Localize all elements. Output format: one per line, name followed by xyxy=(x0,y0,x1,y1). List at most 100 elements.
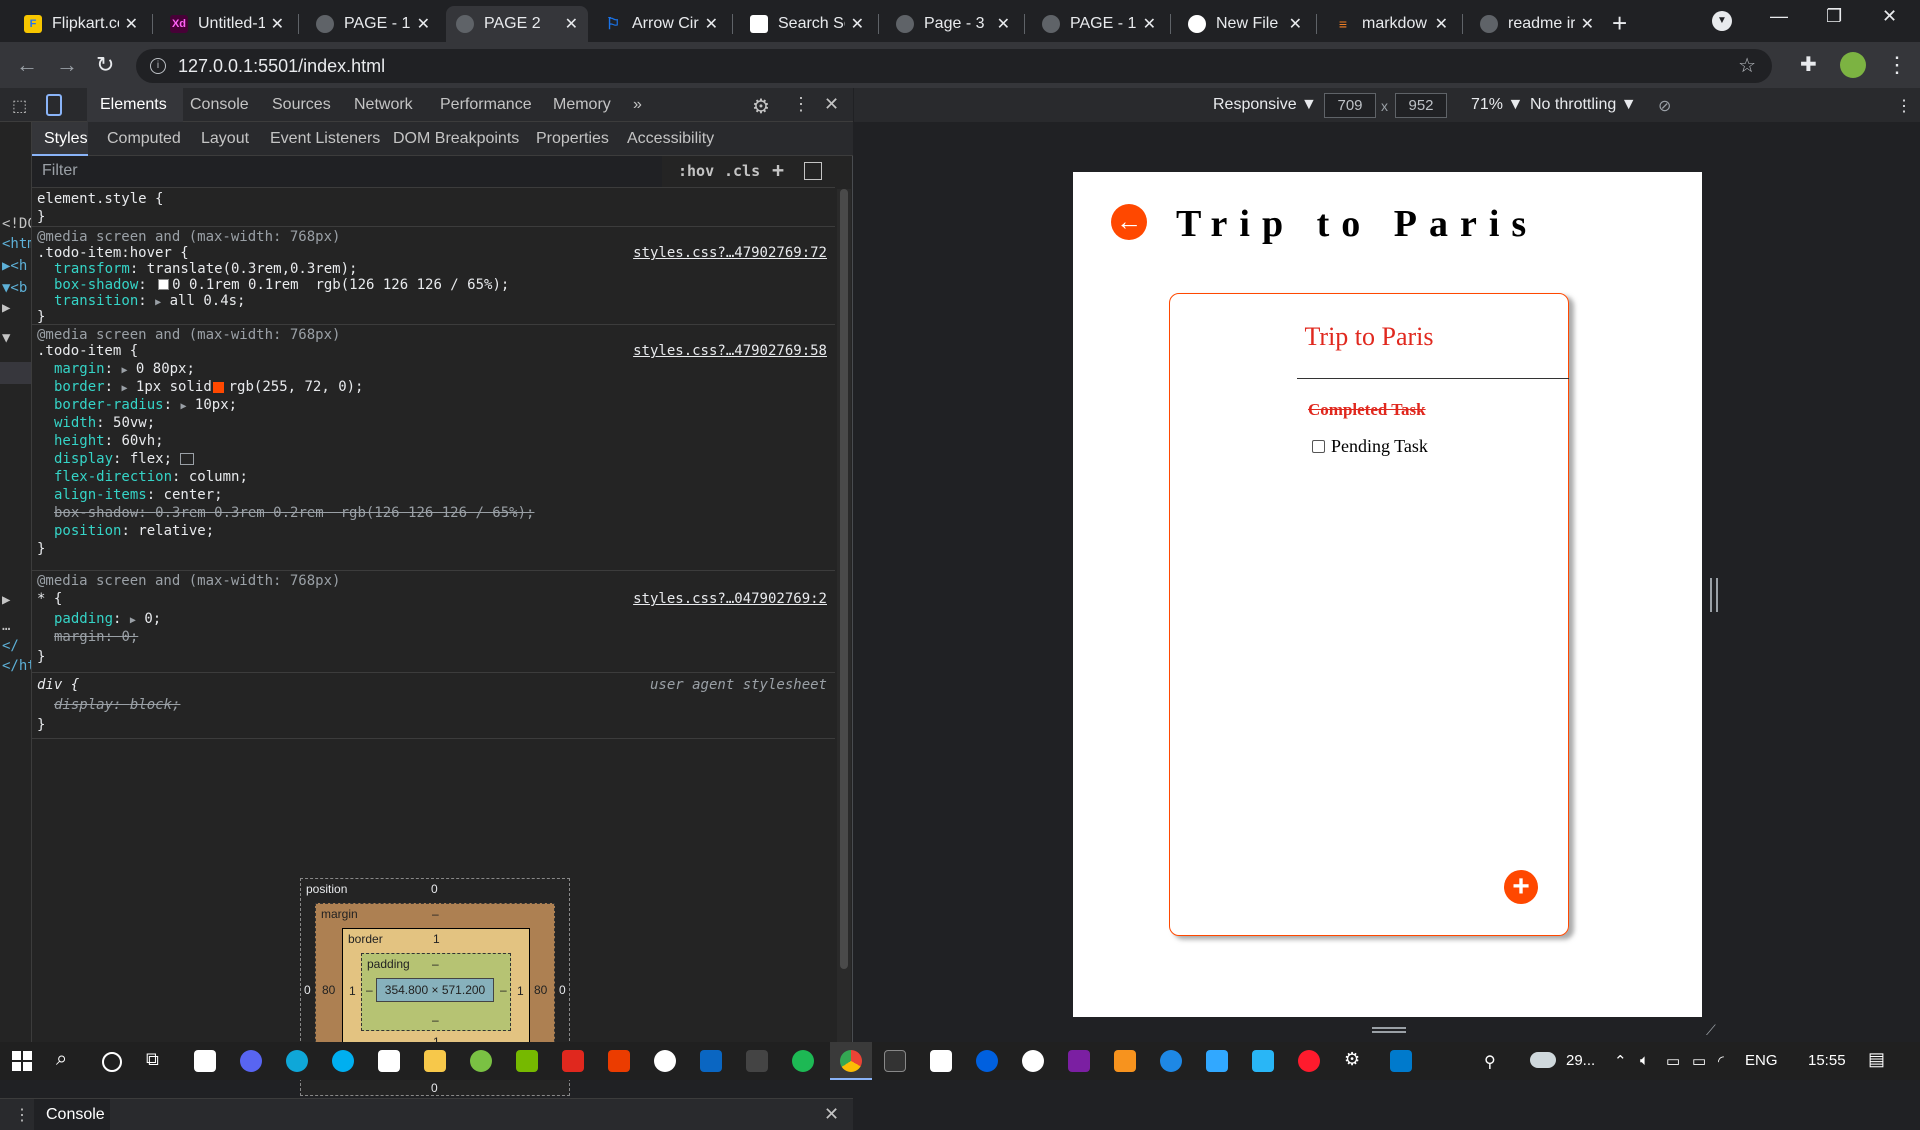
expand-triangle-icon[interactable]: ▶ xyxy=(121,383,127,394)
browser-tab[interactable]: New File ✕ xyxy=(1178,6,1312,42)
wifi-icon[interactable]: ◜ xyxy=(1718,1052,1724,1070)
rule-selector[interactable]: * { xyxy=(37,591,62,607)
back-arrow-icon[interactable]: ← xyxy=(16,52,38,78)
hov-button[interactable]: :hov xyxy=(678,162,714,180)
declaration[interactable]: align-items: center; xyxy=(54,487,223,503)
reload-icon[interactable]: ↻ xyxy=(96,52,114,78)
margin-left-value[interactable]: 80 xyxy=(322,983,335,997)
drawer-menu-icon[interactable]: ⋮ xyxy=(14,1105,30,1125)
tab-computed[interactable]: Computed xyxy=(107,130,181,148)
weather-temp[interactable]: 29... xyxy=(1566,1052,1595,1069)
tab-console[interactable]: Console xyxy=(190,96,249,114)
battery-icon[interactable]: ▭ xyxy=(1692,1052,1706,1070)
source-link[interactable]: styles.css?…47902769:72 xyxy=(633,245,827,261)
declaration[interactable]: width: 50vw; xyxy=(54,415,155,431)
dom-node[interactable]: ▶ xyxy=(2,300,10,316)
file-explorer-icon[interactable] xyxy=(424,1050,446,1072)
skype-icon[interactable] xyxy=(332,1050,354,1072)
extensions-puzzle-icon[interactable]: ✚ xyxy=(1800,52,1817,77)
office-icon[interactable] xyxy=(608,1050,630,1072)
drawer-tab-console[interactable]: Console xyxy=(46,1106,105,1124)
dom-node[interactable]: <htm xyxy=(2,236,31,252)
declaration[interactable]: display: flex; xyxy=(54,451,195,467)
app-icon[interactable] xyxy=(1252,1050,1274,1072)
declaration[interactable]: border: ▶ 1px solid rgb(255, 72, 0); xyxy=(54,379,363,395)
expand-triangle-icon[interactable]: ▶ xyxy=(130,615,136,626)
expand-triangle-icon[interactable]: ▶ xyxy=(121,365,127,376)
task-view-icon[interactable]: ⧉ xyxy=(146,1049,159,1070)
color-swatch-icon[interactable] xyxy=(213,382,224,393)
settings-gear-icon[interactable]: ⚙ xyxy=(1344,1049,1360,1070)
display-icon[interactable]: ▭ xyxy=(1666,1052,1680,1070)
expand-triangle-icon[interactable]: ▶ xyxy=(155,297,161,308)
declaration[interactable]: padding: ▶ 0; xyxy=(54,611,161,627)
shadow-swatch-icon[interactable] xyxy=(158,279,170,290)
windows-start-icon[interactable] xyxy=(12,1051,32,1071)
toggle-sidebar-icon[interactable] xyxy=(804,162,822,180)
nvidia-icon[interactable] xyxy=(516,1050,538,1072)
zoom-select[interactable]: 71% ▼ xyxy=(1471,96,1523,114)
tab-network[interactable]: Network xyxy=(354,96,413,114)
devtools-menu-icon[interactable]: ⋮ xyxy=(792,94,810,115)
browser-tab[interactable]: F Flipkart.co ✕ xyxy=(14,6,148,42)
volume-icon[interactable]: 🔈︎ xyxy=(1640,1052,1649,1069)
resize-handle-right[interactable] xyxy=(1710,578,1718,612)
app-icon[interactable] xyxy=(746,1050,768,1072)
declaration[interactable]: transform: translate(0.3rem,0.3rem); xyxy=(54,261,357,277)
avatar[interactable] xyxy=(1840,52,1866,78)
viewport-height-input[interactable]: 952 xyxy=(1395,93,1447,118)
tab-dom-breakpoints[interactable]: DOM Breakpoints xyxy=(393,130,519,148)
close-devtools-icon[interactable]: ✕ xyxy=(824,94,839,115)
declaration[interactable]: margin: ▶ 0 80px; xyxy=(54,361,195,377)
browser-tab[interactable]: Page - 3 ✕ xyxy=(886,6,1020,42)
browser-tab[interactable]: Search Se ✕ xyxy=(740,6,874,42)
settings-gear-icon[interactable]: ⚙ xyxy=(752,94,770,119)
dom-node[interactable]: ▶ xyxy=(2,592,10,608)
acrobat-icon[interactable] xyxy=(562,1050,584,1072)
clock-time[interactable]: 15:55 xyxy=(1808,1052,1846,1069)
declaration[interactable]: border-radius: ▶ 10px; xyxy=(54,397,237,413)
close-window-icon[interactable]: ✕ xyxy=(1882,6,1897,27)
tab-event-listeners[interactable]: Event Listeners xyxy=(270,130,380,148)
pending-task-checkbox[interactable] xyxy=(1312,440,1325,453)
browser-tab[interactable]: ⚐ Arrow Cir ✕ xyxy=(594,6,728,42)
border-left-value[interactable]: 1 xyxy=(349,984,356,998)
tab-accessibility[interactable]: Accessibility xyxy=(627,130,714,148)
browser-tab[interactable]: ≡ markdow ✕ xyxy=(1324,6,1458,42)
chrome-taskbar-active[interactable] xyxy=(830,1042,872,1080)
forward-arrow-icon[interactable]: → xyxy=(56,52,78,78)
declaration-overridden[interactable]: margin: 0; xyxy=(54,629,138,645)
browser-tab[interactable]: Xd Untitled-1 ✕ xyxy=(160,6,294,42)
cls-button[interactable]: .cls xyxy=(724,162,760,180)
close-icon[interactable]: ✕ xyxy=(125,14,138,34)
terminal-icon[interactable] xyxy=(884,1050,906,1072)
opera-icon[interactable] xyxy=(1298,1050,1320,1072)
app-icon[interactable] xyxy=(1068,1050,1090,1072)
close-icon[interactable]: ✕ xyxy=(851,14,864,34)
edge-icon[interactable] xyxy=(286,1050,308,1072)
declaration[interactable]: position: relative; xyxy=(54,523,214,539)
border-top-value[interactable]: 1 xyxy=(433,932,440,946)
search-icon[interactable]: ⌕ xyxy=(56,1048,67,1071)
menu-kebab-icon[interactable]: ⋮ xyxy=(1886,52,1908,78)
source-link[interactable]: styles.css?…47902769:58 xyxy=(633,343,827,359)
rule-selector[interactable]: .todo-item { xyxy=(37,343,138,359)
address-bar[interactable]: i 127.0.0.1:5501/index.html ☆ xyxy=(136,49,1772,83)
device-options-icon[interactable]: ⋮ xyxy=(1896,96,1912,116)
dom-node[interactable]: ▼<b xyxy=(2,280,27,296)
close-icon[interactable]: ✕ xyxy=(1581,14,1594,34)
back-arrow-icon[interactable]: ← xyxy=(1111,204,1147,240)
linkedin-icon[interactable] xyxy=(700,1050,722,1072)
tab-sources[interactable]: Sources xyxy=(272,96,331,114)
new-tab-button[interactable]: + xyxy=(1612,8,1627,39)
padding-bottom-value[interactable]: – xyxy=(432,1013,439,1027)
inspect-element-icon[interactable]: ⬚ xyxy=(12,96,27,116)
padding-right-value[interactable]: – xyxy=(500,983,507,997)
tab-layout[interactable]: Layout xyxy=(201,130,249,148)
add-task-button[interactable]: + xyxy=(1504,870,1538,904)
sublime-icon[interactable] xyxy=(1114,1050,1136,1072)
pending-task-row[interactable]: Pending Task xyxy=(1312,436,1428,457)
dom-node[interactable]: ▶<h xyxy=(2,258,27,274)
rule-selector[interactable]: .todo-item:hover { xyxy=(37,245,189,261)
tab-more[interactable]: » xyxy=(633,96,642,114)
